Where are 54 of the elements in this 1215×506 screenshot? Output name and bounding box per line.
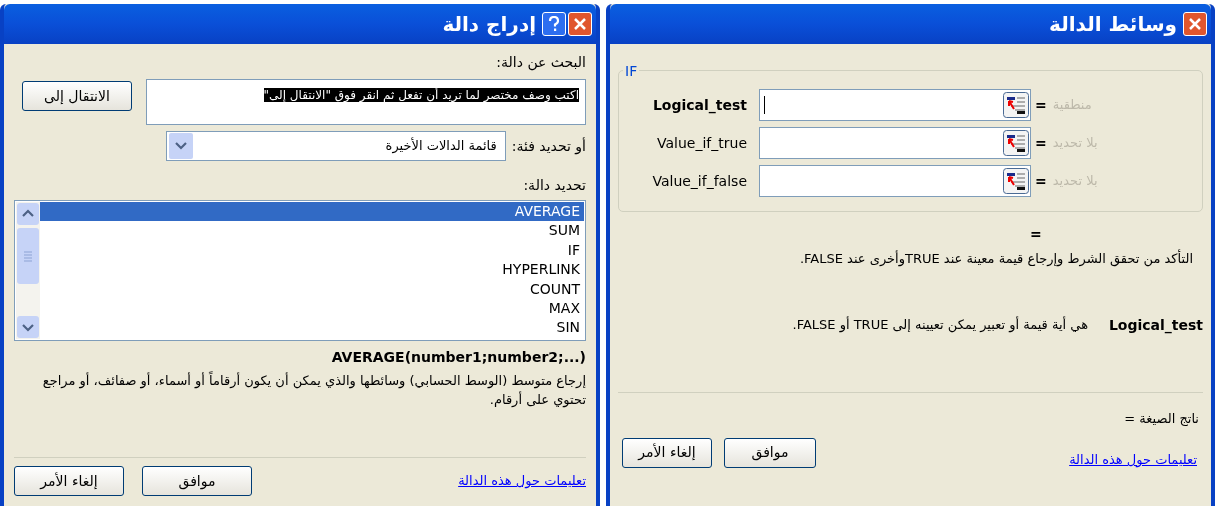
function-list-item[interactable]: HYPERLINK: [40, 260, 584, 280]
function-signature: AVERAGE(number1;number2;...): [330, 348, 586, 367]
equals-sign: =: [1035, 171, 1047, 191]
argument-label: Value_if_true: [656, 133, 747, 153]
category-dropdown[interactable]: قائمة الدالات الأخيرة: [165, 131, 506, 161]
cancel-button[interactable]: إلغاء الأمر: [14, 466, 124, 496]
collapse-dialog-icon: [1003, 92, 1029, 118]
equals-sign: =: [1035, 95, 1047, 115]
collapse-dialog-icon: [1003, 130, 1029, 156]
function-description: التأكد من تحقق الشرط وإرجاع قيمة معينة عند TRUEوأخرى عند FALSE.: [798, 249, 1194, 269]
formula-result: ناتج الصيغة =: [1123, 409, 1200, 428]
ok-button[interactable]: موافق: [724, 437, 816, 468]
function-list-item[interactable]: IF: [40, 240, 584, 261]
argument-help-text: هي أية قيمة أو تعبير يمكن تعيينه إلى TRUE أو FALSE.: [792, 315, 1088, 334]
result-value: =: [1030, 225, 1043, 244]
collapse-dialog-icon: [1003, 168, 1029, 194]
category-label: أو تحديد فئة:: [511, 136, 586, 157]
scrollbar[interactable]: [16, 202, 40, 339]
window-title: وسائط الدالة: [1049, 11, 1177, 38]
argument-label: Value_if_false: [651, 171, 747, 191]
text-cursor: [764, 96, 765, 114]
function-list-item[interactable]: SUM: [40, 221, 584, 241]
argument-field[interactable]: [759, 89, 1031, 121]
close-button[interactable]: [568, 12, 592, 36]
function-list-item[interactable]: MAX: [40, 298, 584, 319]
function-list-label: تحديد دالة:: [522, 176, 586, 195]
scroll-thumb-icon[interactable]: [16, 228, 40, 284]
function-list-item[interactable]: COUNT: [40, 279, 584, 299]
scroll-up-icon[interactable]: [16, 202, 40, 226]
argument-field[interactable]: [759, 127, 1031, 159]
close-icon: [573, 17, 587, 31]
function-list-item[interactable]: AVERAGE: [40, 202, 584, 222]
go-button[interactable]: الانتقال إلى: [22, 81, 132, 111]
window-title: إدراج دالة: [442, 11, 536, 38]
close-icon: [1188, 17, 1202, 31]
function-list-item[interactable]: SIN: [40, 318, 584, 338]
help-link[interactable]: تعليمات حول هذه الدالة: [1069, 450, 1203, 470]
close-button[interactable]: [1183, 12, 1207, 36]
argument-label: Logical_test: [651, 95, 747, 116]
search-text: اكتب وصف مختصر لما تريد أن تفعل ثم انقر فوق "الانتقال إلى": [263, 88, 579, 102]
ok-button[interactable]: موافق: [142, 466, 252, 496]
chevron-down-icon: [168, 133, 193, 159]
argument-field[interactable]: [759, 165, 1031, 197]
argument-help-name: Logical_test: [1107, 315, 1203, 336]
help-link[interactable]: تعليمات حول هذه الدالة: [458, 471, 586, 491]
question-mark-icon: [548, 16, 560, 32]
function-description: إرجاع متوسط (الوسط الحسابي) وسائطها والذي يمكن أن يكون أرقاماً أو أسماء، أو صفائف، أو مراجع تحتوي على أرقام.: [41, 371, 586, 409]
help-button[interactable]: [542, 12, 566, 36]
scroll-down-icon[interactable]: [16, 315, 40, 339]
category-value: قائمة الدالات الأخيرة: [385, 136, 497, 156]
equals-sign: =: [1035, 133, 1047, 153]
cancel-button[interactable]: إلغاء الأمر: [622, 437, 712, 468]
search-label: البحث عن دالة:: [495, 53, 586, 73]
search-field[interactable]: اكتب وصف مختصر لما تريد أن تفعل ثم انقر فوق "الانتقال إلى": [146, 79, 586, 125]
